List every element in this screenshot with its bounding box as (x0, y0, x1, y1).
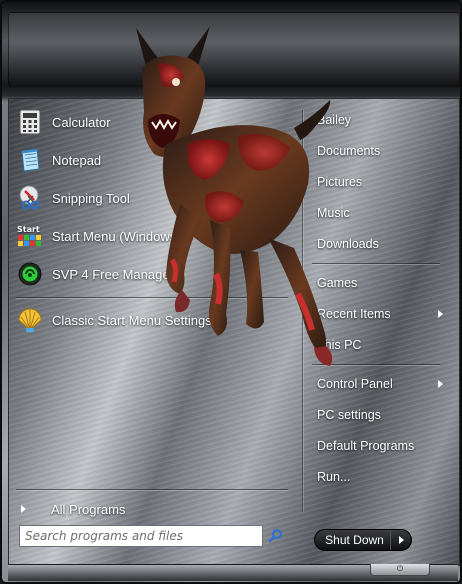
shell-icon (16, 306, 44, 334)
right-item-label: Documents (317, 144, 381, 158)
right-item-pictures[interactable]: Pictures (317, 171, 443, 193)
program-svp-manager[interactable]: SVP 4 Free Manager (16, 258, 286, 290)
program-start-menu-windows[interactable]: Start Start Menu (Windows) (16, 220, 286, 252)
all-programs-separator (16, 489, 288, 490)
right-item-this-pc[interactable]: This PC (317, 334, 443, 356)
program-calculator[interactable]: Calculator (16, 106, 286, 138)
search-input[interactable]: Search programs and files (19, 525, 263, 547)
shutdown-button[interactable]: Shut Down (314, 529, 412, 551)
program-classic-start-menu-settings[interactable]: Classic Start Menu Settings (16, 304, 286, 336)
right-item-label: Games (317, 276, 358, 290)
right-item-label: Music (317, 206, 350, 220)
right-item-label: Run... (317, 470, 351, 484)
start-menu-icon: Start (16, 222, 44, 250)
shutdown-label: Shut Down (325, 533, 384, 547)
right-item-recent-items[interactable]: Recent Items (317, 303, 443, 325)
shutdown-options-button[interactable] (390, 530, 411, 550)
chevron-right-icon (398, 536, 404, 544)
submenu-arrow-icon (438, 380, 443, 388)
right-item-downloads[interactable]: Downloads (317, 233, 443, 255)
right-item-label: Recent Items (317, 307, 391, 321)
right-item-pc-settings[interactable]: PC settings (317, 404, 443, 426)
snipping-tool-icon (16, 184, 44, 212)
right-item-label: Downloads (317, 237, 379, 251)
program-label: SVP 4 Free Manager (52, 266, 174, 282)
right-separator (312, 263, 440, 264)
expand-arrow-icon (21, 505, 26, 513)
start-menu-header-glass (8, 12, 460, 88)
right-item-music[interactable]: Music (317, 202, 443, 224)
right-item-default-programs[interactable]: Default Programs (317, 435, 443, 457)
program-label: Snipping Tool (52, 190, 130, 206)
all-programs-button[interactable]: All Programs (18, 499, 218, 519)
right-item-label: This PC (317, 338, 362, 352)
pinned-separator (16, 297, 288, 298)
program-snipping-tool[interactable]: Snipping Tool (16, 182, 286, 214)
power-tab[interactable]: ⏻ (370, 564, 430, 576)
svp-manager-icon (16, 260, 44, 288)
program-label: Classic Start Menu Settings (52, 312, 212, 328)
right-separator (312, 364, 440, 365)
program-label: Calculator (52, 114, 111, 130)
right-item-documents[interactable]: Documents (317, 140, 443, 162)
program-label: Notepad (52, 152, 102, 168)
submenu-arrow-icon (438, 310, 443, 318)
right-item-label: Pictures (317, 175, 363, 189)
svg-text:Start: Start (17, 225, 40, 234)
right-item-label: PC settings (317, 408, 381, 422)
right-item-games[interactable]: Games (317, 272, 443, 294)
notepad-icon (16, 146, 44, 174)
right-item-label: Default Programs (317, 439, 415, 453)
right-item-user[interactable]: Bailey (317, 109, 443, 131)
right-item-control-panel[interactable]: Control Panel (317, 373, 443, 395)
program-label: Start Menu (Windows) (52, 228, 181, 244)
right-item-label: Control Panel (317, 377, 393, 391)
calculator-icon (16, 108, 44, 136)
column-separator (302, 110, 303, 512)
all-programs-label: All Programs (51, 501, 126, 517)
power-icon: ⏻ (396, 564, 404, 573)
right-item-run[interactable]: Run... (317, 466, 443, 488)
right-item-label: Bailey (317, 113, 352, 127)
program-notepad[interactable]: Notepad (16, 144, 286, 176)
search-icon[interactable] (268, 528, 284, 544)
